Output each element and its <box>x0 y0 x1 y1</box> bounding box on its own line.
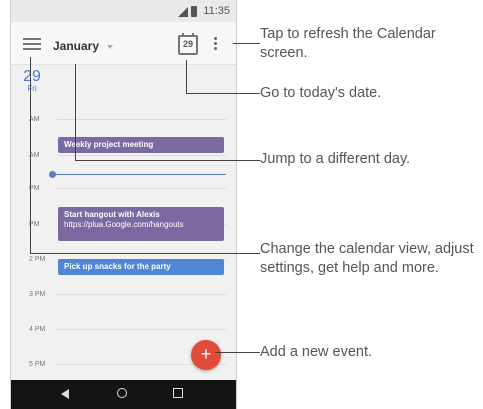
callout-today: Go to today's date. <box>260 85 382 101</box>
leader-line-jump <box>75 160 260 161</box>
month-selector[interactable]: January <box>53 39 99 53</box>
event-weekly-project-meeting[interactable]: Weekly project meeting <box>58 137 224 153</box>
battery-icon <box>191 6 197 17</box>
menu-icon[interactable] <box>23 38 41 50</box>
back-icon[interactable] <box>61 389 69 399</box>
leader-line-view <box>30 57 31 253</box>
day-name: Fri <box>27 84 37 93</box>
phone-screen: 11:35 January 29 29 Fri AM AM PM PM 2 PM… <box>10 0 237 409</box>
leader-line-refresh <box>233 43 260 44</box>
hour-label: 3 PM <box>29 291 46 298</box>
hour-gridline <box>57 119 226 120</box>
today-button[interactable]: 29 <box>178 33 198 55</box>
current-time-line <box>55 174 226 175</box>
leader-line-view <box>30 253 260 254</box>
add-event-button[interactable]: + <box>191 340 221 370</box>
event-title: Pick up snacks for the party <box>64 262 171 271</box>
hour-gridline <box>57 329 226 330</box>
callout-add: Add a new event. <box>260 344 373 360</box>
event-title: Weekly project meeting <box>64 140 154 149</box>
system-nav-bar <box>11 380 236 409</box>
callout-refresh: Tap to refresh the Calendar screen. <box>260 26 436 61</box>
hour-label: 2 PM <box>29 256 46 263</box>
hour-gridline <box>57 294 226 295</box>
app-bar: January 29 <box>11 22 236 65</box>
chevron-down-icon[interactable] <box>107 45 113 49</box>
event-start-hangout[interactable]: Start hangout with Alexis https://plua.G… <box>58 207 224 241</box>
home-icon[interactable] <box>117 388 127 398</box>
status-time: 11:35 <box>203 5 230 17</box>
leader-line-today <box>186 60 187 93</box>
day-header: 29 Fri <box>17 68 47 93</box>
hour-label: 4 PM <box>29 326 46 333</box>
hour-label: 5 PM <box>29 361 46 368</box>
event-link: https://plua.Google.com/hangouts <box>64 220 184 229</box>
callout-view: Change the calendar view, adjust setting… <box>260 241 474 276</box>
signal-icon <box>178 7 188 17</box>
event-title: Start hangout with Alexis <box>64 210 160 219</box>
event-pick-up-snacks[interactable]: Pick up snacks for the party <box>58 259 224 275</box>
hour-gridline <box>57 155 226 156</box>
callout-jump: Jump to a different day. <box>260 151 411 167</box>
status-bar: 11:35 <box>11 0 236 22</box>
leader-line-add <box>215 352 260 353</box>
recent-apps-icon[interactable] <box>173 388 183 398</box>
more-options-icon[interactable] <box>214 37 218 51</box>
hour-gridline <box>57 188 226 189</box>
leader-line-jump <box>75 64 76 160</box>
leader-line-today <box>186 93 260 94</box>
